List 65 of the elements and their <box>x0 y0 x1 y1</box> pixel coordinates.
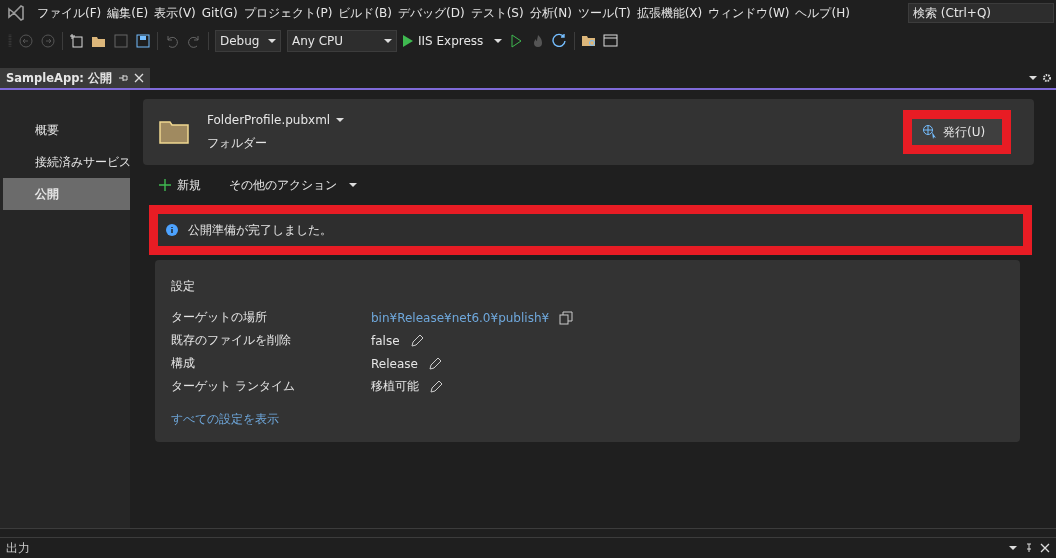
dropdown-icon[interactable] <box>1008 543 1018 553</box>
close-icon[interactable] <box>133 73 144 83</box>
browser-icon[interactable] <box>603 33 620 49</box>
caret-icon <box>349 181 357 189</box>
setting-link[interactable]: bin¥Release¥net6.0¥publish¥ <box>371 310 550 325</box>
setting-label: ターゲット ランタイム <box>171 378 296 395</box>
folder-search-icon[interactable] <box>581 33 598 49</box>
save-all-icon[interactable] <box>135 33 151 49</box>
settings-icon[interactable] <box>1042 73 1052 83</box>
setting-value: false <box>371 333 400 348</box>
setting-label: 構成 <box>171 355 196 372</box>
menu-item[interactable]: ウィンドウ(W) <box>705 4 793 22</box>
menu-item[interactable]: 編集(E) <box>104 4 152 22</box>
setting-label: 既存のファイルを削除 <box>171 332 292 349</box>
menu-item[interactable]: 拡張機能(X) <box>633 4 706 22</box>
folder-icon <box>159 120 189 144</box>
new-project-icon[interactable] <box>69 33 85 49</box>
panel-title: 出力 <box>6 539 30 557</box>
setting-value: Release <box>371 356 418 371</box>
pencil-icon[interactable] <box>427 356 442 371</box>
profile-type: フォルダー <box>207 134 268 152</box>
pencil-icon[interactable] <box>409 333 424 348</box>
new-button[interactable]: 新規 <box>159 176 201 194</box>
copy-icon[interactable] <box>559 310 574 325</box>
setting-value: 移植可能 <box>371 378 419 395</box>
menu-item[interactable]: 分析(N) <box>526 4 575 22</box>
dropdown-icon[interactable] <box>1028 73 1038 83</box>
menu-item[interactable]: ファイル(F) <box>34 4 105 22</box>
publish-button[interactable]: 発行(U) <box>912 119 1002 145</box>
setting-label: ターゲットの場所 <box>171 309 268 326</box>
caret-icon <box>268 37 276 45</box>
play-icon <box>403 35 413 47</box>
settings-title: 設定 <box>171 278 196 295</box>
more-actions-dropdown[interactable]: その他のアクション <box>229 176 357 194</box>
menu-item[interactable]: デバッグ(D) <box>395 4 468 22</box>
menu-item[interactable]: ツール(T) <box>574 4 634 22</box>
close-icon[interactable] <box>1040 543 1050 553</box>
run-button[interactable]: IIS Express <box>403 34 503 48</box>
menu-item[interactable]: ヘルプ(H) <box>792 4 853 22</box>
document-tab[interactable]: SampleApp: 公開 <box>0 68 150 88</box>
globe-cursor-icon <box>922 124 938 140</box>
caret-icon <box>336 115 345 124</box>
info-message: 公開準備が完了しました。 <box>188 221 332 239</box>
configuration-dropdown[interactable]: Debug <box>215 30 281 52</box>
profile-dropdown[interactable]: FolderProfile.pubxml <box>207 112 345 127</box>
sidebar-item[interactable]: 公開 <box>3 178 130 210</box>
refresh-icon[interactable] <box>552 33 569 49</box>
plus-icon <box>159 179 171 191</box>
menu-item[interactable]: プロジェクト(P) <box>240 4 336 22</box>
menu-item[interactable]: ビルド(B) <box>335 4 395 22</box>
menu-item[interactable]: Git(G) <box>198 6 241 20</box>
sidebar-item[interactable]: 概要 <box>3 114 130 146</box>
platform-dropdown[interactable]: Any CPU <box>287 30 397 52</box>
sidebar-item[interactable]: 接続済みサービス <box>3 146 130 178</box>
menu-item[interactable]: テスト(S) <box>467 4 527 22</box>
pencil-icon[interactable] <box>429 379 443 394</box>
pin-icon[interactable] <box>1024 543 1034 553</box>
show-all-settings-link[interactable]: すべての設定を表示 <box>171 411 279 428</box>
logo-icon <box>6 3 26 23</box>
pin-icon[interactable] <box>117 73 128 83</box>
menu-item[interactable]: 表示(V) <box>151 4 199 22</box>
info-icon <box>166 224 178 236</box>
caret-icon <box>494 37 503 45</box>
search-field[interactable]: 検索 (Ctrl+Q) <box>908 3 1054 23</box>
caret-icon <box>384 37 392 45</box>
